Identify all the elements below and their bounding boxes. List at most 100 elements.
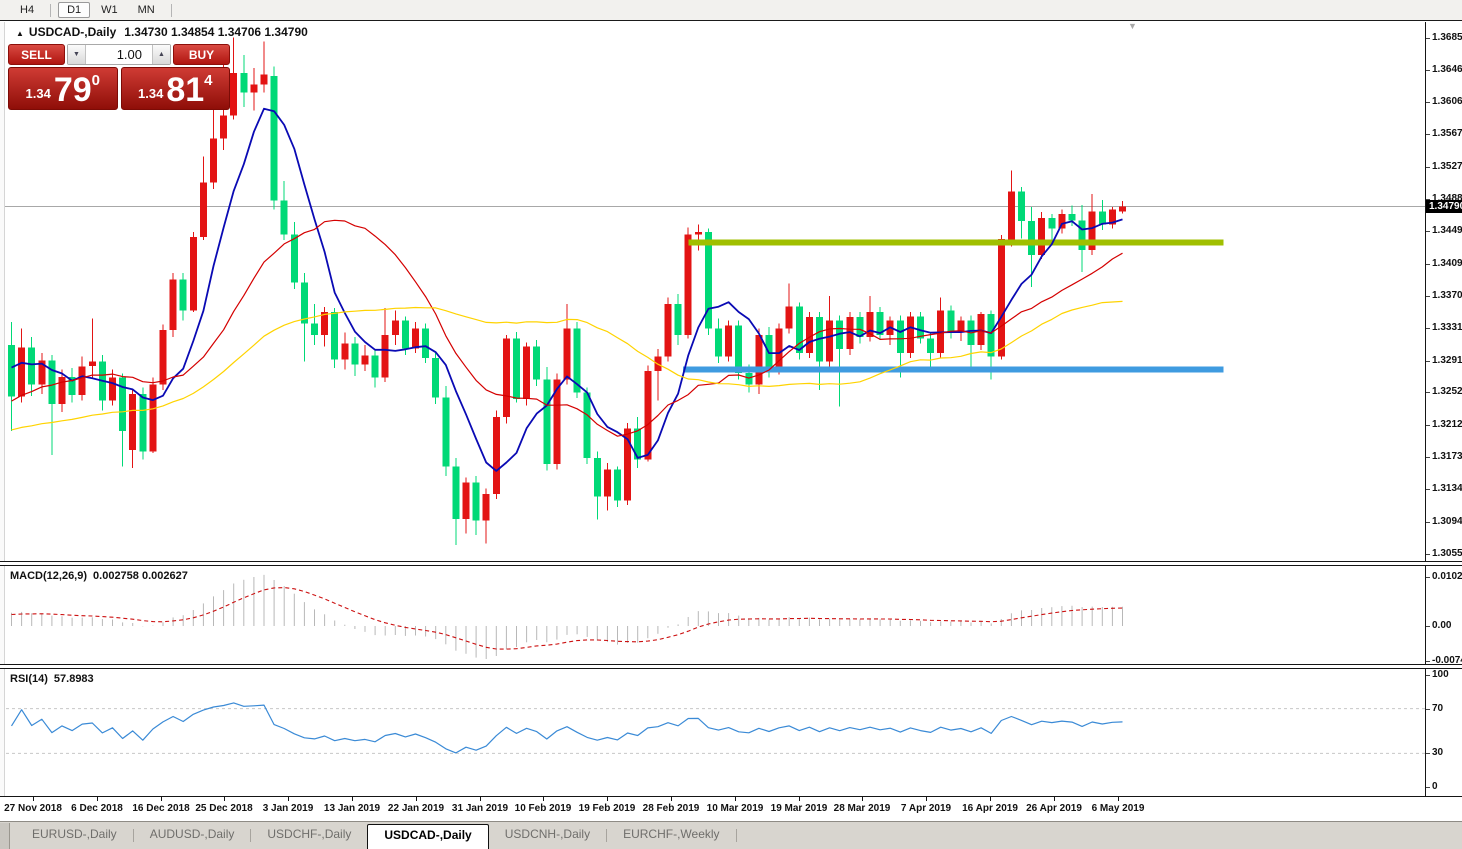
candle[interactable] [977, 313, 985, 345]
candle[interactable] [442, 397, 450, 467]
candle[interactable] [240, 72, 248, 93]
candle[interactable] [543, 379, 551, 464]
candle[interactable] [250, 84, 258, 93]
candle[interactable] [644, 371, 652, 460]
candle[interactable] [321, 312, 329, 336]
candle[interactable] [472, 482, 480, 521]
candle[interactable] [1018, 191, 1025, 222]
timeframe-button-D1[interactable]: D1 [58, 2, 91, 18]
candle[interactable] [422, 328, 430, 359]
candle[interactable] [412, 328, 419, 349]
resistance-line[interactable] [688, 239, 1224, 246]
candle[interactable] [715, 328, 722, 357]
candle[interactable] [785, 306, 793, 329]
buy-button[interactable]: BUY [173, 44, 230, 65]
candle[interactable] [694, 231, 702, 235]
macd-canvas[interactable] [0, 566, 1462, 666]
candle[interactable] [331, 312, 339, 360]
sell-price-display[interactable]: 1.34 79 0 [8, 67, 118, 110]
candle[interactable] [78, 366, 86, 395]
candle[interactable] [684, 234, 692, 336]
candle[interactable] [139, 394, 147, 452]
candle[interactable] [502, 338, 510, 418]
chart-tab-audusddaily[interactable]: AUDUSD-,Daily [134, 822, 251, 848]
candle[interactable] [603, 469, 611, 497]
volume-down-icon[interactable]: ▼ [68, 45, 86, 64]
volume-input[interactable]: 1.00 [86, 45, 152, 64]
candle[interactable] [927, 338, 935, 354]
candle[interactable] [1007, 191, 1015, 242]
candle[interactable] [28, 347, 36, 385]
candle[interactable] [674, 304, 682, 336]
candle[interactable] [88, 361, 96, 367]
candle[interactable] [563, 328, 571, 380]
candle[interactable] [391, 320, 399, 336]
rsi-canvas[interactable] [0, 669, 1462, 795]
date-axis[interactable]: 27 Nov 2018 6 Dec 2018 16 Dec 2018 25 Dec 2… [0, 796, 1462, 821]
candle[interactable] [361, 355, 369, 365]
candle[interactable] [513, 338, 520, 400]
candle[interactable] [1038, 217, 1046, 255]
candle[interactable] [614, 469, 621, 501]
candle[interactable] [1048, 217, 1056, 229]
candle[interactable] [8, 345, 15, 397]
candle[interactable] [230, 72, 238, 116]
support-line[interactable] [683, 366, 1224, 373]
rsi-line[interactable] [10, 702, 1123, 754]
candle[interactable] [533, 346, 541, 380]
candle[interactable] [856, 317, 864, 337]
sell-button[interactable]: SELL [8, 44, 65, 65]
candle[interactable] [159, 330, 167, 385]
candle[interactable] [492, 417, 500, 495]
candle[interactable] [280, 200, 288, 235]
candle[interactable] [593, 458, 601, 497]
candle[interactable] [48, 360, 56, 404]
panel-divider[interactable] [0, 561, 1462, 566]
candle[interactable] [199, 182, 207, 237]
panel-divider[interactable] [0, 664, 1462, 669]
tab-scroll-button[interactable] [0, 823, 10, 849]
candle[interactable] [351, 343, 359, 365]
chart-shift-icon[interactable]: ▼ [1128, 21, 1137, 31]
buy-price-display[interactable]: 1.34 81 4 [120, 67, 230, 110]
candle[interactable] [290, 234, 298, 283]
candle[interactable] [997, 239, 1005, 357]
candle[interactable] [401, 320, 409, 349]
candle[interactable] [341, 343, 349, 360]
candle[interactable] [523, 346, 531, 400]
chart-tab-usdchfdaily[interactable]: USDCHF-,Daily [251, 822, 367, 848]
chart-tab-usdcaddaily[interactable]: USDCAD-,Daily [367, 824, 489, 849]
candle[interactable] [735, 325, 743, 373]
price-axis[interactable]: 1.368501.364601.360601.356701.352701.348… [1425, 22, 1462, 796]
candle[interactable] [260, 74, 268, 85]
candle[interactable] [462, 482, 470, 519]
candle[interactable] [805, 317, 813, 354]
candle[interactable] [300, 282, 308, 324]
candle[interactable] [583, 392, 591, 459]
candle[interactable] [1058, 213, 1066, 229]
timeframe-button-MN[interactable]: MN [129, 2, 164, 18]
candle[interactable] [1119, 206, 1126, 212]
candle[interactable] [58, 376, 66, 404]
candle[interactable] [371, 355, 379, 378]
candle[interactable] [381, 335, 389, 378]
candle[interactable] [210, 138, 217, 183]
candle[interactable] [311, 323, 318, 336]
chart-tab-eurusddaily[interactable]: EURUSD-,Daily [16, 822, 133, 848]
ma-fast-blue[interactable] [11, 107, 1123, 472]
chart-tab-usdcnhdaily[interactable]: USDCNH-,Daily [489, 822, 606, 848]
candle[interactable] [725, 325, 733, 357]
candle[interactable] [755, 335, 763, 385]
candle[interactable] [109, 377, 116, 401]
candle[interactable] [1068, 213, 1076, 221]
candle[interactable] [947, 310, 955, 333]
candle[interactable] [1028, 221, 1036, 255]
chart-tab-eurchfweekly[interactable]: EURCHF-,Weekly [607, 822, 735, 848]
candle[interactable] [1098, 211, 1106, 225]
candle[interactable] [270, 76, 278, 201]
candle[interactable] [664, 304, 672, 357]
candle[interactable] [906, 316, 914, 354]
candle[interactable] [917, 316, 924, 339]
timeframe-button-W1[interactable]: W1 [92, 2, 127, 18]
candle[interactable] [18, 347, 26, 397]
